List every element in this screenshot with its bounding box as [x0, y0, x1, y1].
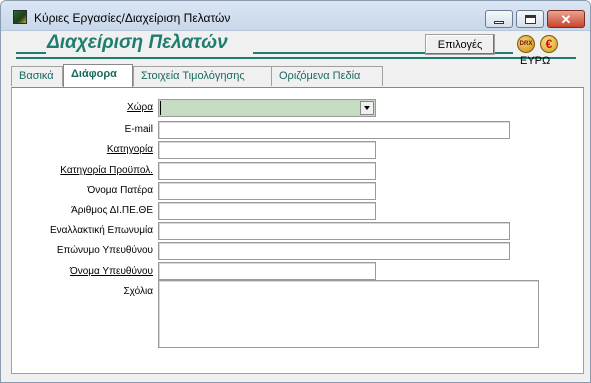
- header-underline: [16, 57, 576, 59]
- tab-basic[interactable]: Βασικά: [11, 66, 63, 86]
- title-bar[interactable]: Κύριες Εργασίες/Διαχείριση Πελατών ✕: [1, 1, 590, 31]
- budget-category-label: Κατηγορία Προϋπολ.: [60, 165, 153, 176]
- tab-strip: Βασικά Στοιχεία Τιμολόγησης Οριζόμενα Πε…: [11, 64, 391, 87]
- header-rule: [253, 52, 425, 54]
- maximize-icon: [524, 14, 536, 24]
- maximize-button[interactable]: [516, 10, 544, 28]
- email-field[interactable]: [158, 121, 510, 139]
- category-label: Κατηγορία: [106, 144, 153, 155]
- father-name-label: Όνομα Πατέρα: [87, 185, 153, 196]
- close-button[interactable]: ✕: [547, 10, 585, 28]
- comments-textarea[interactable]: [158, 280, 539, 348]
- header-rule-right: [495, 52, 513, 54]
- page-title: Διαχείριση Πελατών: [47, 32, 228, 53]
- form-header: Διαχείριση Πελατών Επιλογές DRX € ΕΥΡΩ: [1, 31, 590, 67]
- budget-category-field[interactable]: [158, 162, 376, 180]
- options-button[interactable]: Επιλογές: [425, 34, 495, 55]
- tab-custom-fields[interactable]: Οριζόμενα Πεδία: [271, 66, 383, 86]
- dropdown-button[interactable]: [360, 101, 374, 115]
- dipethe-number-field[interactable]: [158, 202, 376, 220]
- alt-company-name-field[interactable]: [158, 222, 510, 240]
- chevron-down-icon: [364, 106, 370, 110]
- country-select[interactable]: [158, 99, 376, 117]
- contact-name-label: Όνομα Υπευθύνου: [69, 266, 153, 277]
- contact-surname-label: Επώνυμο Υπευθύνου: [56, 245, 153, 256]
- customer-management-window: Κύριες Εργασίες/Διαχείριση Πελατών ✕ Δια…: [0, 0, 591, 383]
- close-icon: ✕: [560, 11, 572, 27]
- dipethe-number-label: Άριθμος ΔΙ.ΠΕ.ΘΕ: [71, 205, 153, 216]
- text-cursor: [160, 101, 161, 115]
- currency-label: ΕΥΡΩ: [520, 55, 551, 67]
- country-label: Χώρα: [127, 102, 153, 113]
- drx-icon[interactable]: DRX: [517, 35, 535, 53]
- app-icon: [13, 10, 27, 24]
- category-field[interactable]: [158, 141, 376, 159]
- contact-name-field[interactable]: [158, 262, 376, 280]
- window-title: Κύριες Εργασίες/Διαχείριση Πελατών: [34, 11, 231, 25]
- comments-label: Σχόλια: [123, 286, 153, 297]
- euro-icon[interactable]: €: [540, 35, 558, 53]
- email-label: E-mail: [124, 124, 153, 135]
- father-name-field[interactable]: [158, 182, 376, 200]
- alt-company-name-label: Εναλλακτική Επωνυμία: [49, 225, 153, 236]
- tab-misc[interactable]: Διάφορα: [63, 64, 133, 87]
- contact-surname-field[interactable]: [158, 242, 510, 260]
- minimize-button[interactable]: [485, 10, 513, 28]
- minimize-icon: [494, 20, 504, 24]
- header-rule-left: [16, 52, 46, 54]
- tab-billing-info[interactable]: Στοιχεία Τιμολόγησης: [133, 66, 273, 86]
